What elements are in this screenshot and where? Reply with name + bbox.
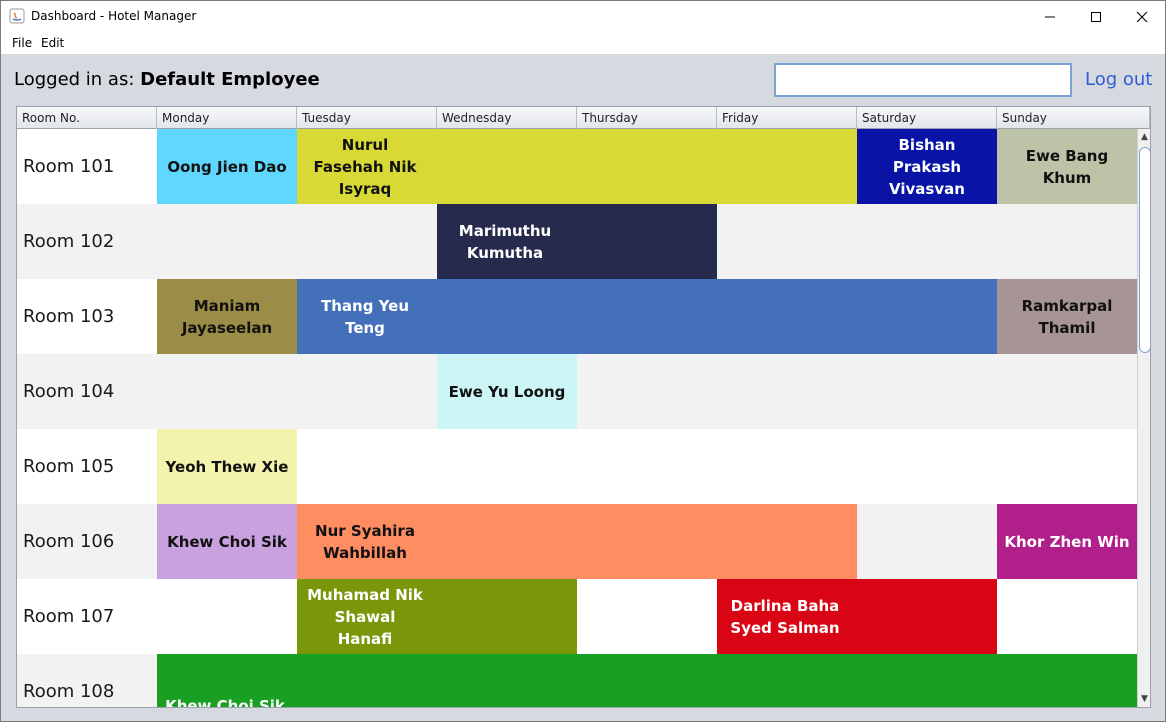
- table-row[interactable]: Room 105 Yeoh Thew Xie: [17, 429, 1137, 504]
- column-header-room-no[interactable]: Room No.: [17, 107, 157, 129]
- scroll-thumb[interactable]: [1139, 147, 1150, 353]
- booking-cell[interactable]: Oong Jien Dao: [157, 129, 297, 204]
- booking-cell[interactable]: Bishan Prakash Vivasvan: [857, 129, 997, 204]
- booking-cell[interactable]: Ramkarpal Thamil: [997, 279, 1137, 354]
- column-header-saturday[interactable]: Saturday: [857, 107, 997, 129]
- room-number-cell: Room 101: [23, 156, 115, 177]
- guest-name: Oong Jien Dao: [167, 157, 287, 176]
- room-number-cell: Room 108: [23, 681, 115, 702]
- table-row[interactable]: Room 101 Oong Jien Dao Nurul Fasehah Nik I…: [17, 129, 1137, 204]
- booking-cell[interactable]: Marimuthu Kumutha: [437, 204, 717, 279]
- search-input[interactable]: [774, 63, 1072, 97]
- menu-edit[interactable]: Edit: [41, 36, 64, 50]
- booking-cell[interactable]: Yeoh Thew Xie: [157, 429, 297, 504]
- table-row[interactable]: Room 102 Marimuthu Kumutha: [17, 204, 1137, 279]
- room-number-cell: Room 105: [23, 456, 115, 477]
- column-header-thursday[interactable]: Thursday: [577, 107, 717, 129]
- room-number-cell: Room 106: [23, 531, 115, 552]
- table-header: Room No. Monday Tuesday Wednesday Thursday Fr…: [17, 107, 1150, 129]
- menu-file[interactable]: File: [12, 36, 32, 50]
- scroll-up-arrow-icon[interactable]: ▲: [1138, 129, 1150, 145]
- guest-name: Khor Zhen Win: [1004, 532, 1130, 551]
- booking-cell[interactable]: Ewe Yu Loong: [437, 354, 577, 429]
- close-icon: [1136, 11, 1148, 22]
- guest-name: Thang Yeu Teng: [320, 296, 409, 337]
- window-title: Dashboard - Hotel Manager: [31, 9, 197, 23]
- booking-cell[interactable]: Maniam Jayaseelan: [157, 279, 297, 354]
- booking-cell[interactable]: Nurul Fasehah Nik Isyraq: [297, 129, 857, 204]
- minimize-icon: [1045, 16, 1055, 17]
- logged-in-label: Logged in as: Default Employee: [14, 69, 320, 90]
- booking-cell[interactable]: Khew Choi Sik: [157, 504, 297, 579]
- table-row[interactable]: Room 104 Ewe Yu Loong: [17, 354, 1137, 429]
- booking-cell[interactable]: Thang Yeu Teng: [297, 279, 997, 354]
- vertical-scrollbar[interactable]: ▲ ▼: [1137, 129, 1150, 707]
- menu-bar: File Edit: [1, 32, 1165, 54]
- guest-name: Ramkarpal Thamil: [1021, 296, 1113, 337]
- booking-cell[interactable]: Khor Zhen Win: [997, 504, 1137, 579]
- maximize-icon: [1091, 11, 1101, 22]
- guest-name: Bishan Prakash Vivasvan: [889, 135, 965, 198]
- booking-table: Room No. Monday Tuesday Wednesday Thursday Fr…: [16, 106, 1151, 708]
- booking-cell[interactable]: Ewe Bang Khum: [997, 129, 1137, 204]
- room-number-cell: Room 102: [23, 231, 115, 252]
- guest-name: Marimuthu Kumutha: [458, 221, 552, 262]
- guest-name: Darlina Baha Syed Salman: [730, 596, 840, 637]
- room-number-cell: Room 107: [23, 606, 115, 627]
- title-bar[interactable]: Dashboard - Hotel Manager: [1, 1, 1165, 32]
- room-number-cell: Room 103: [23, 306, 115, 327]
- guest-name: Maniam Jayaseelan: [181, 296, 273, 337]
- booking-cell[interactable]: Darlina Baha Syed Salman: [717, 579, 997, 654]
- scroll-down-arrow-icon[interactable]: ▼: [1138, 691, 1150, 707]
- column-header-wednesday[interactable]: Wednesday: [437, 107, 577, 129]
- column-header-monday[interactable]: Monday: [157, 107, 297, 129]
- column-header-friday[interactable]: Friday: [717, 107, 857, 129]
- room-number-cell: Room 104: [23, 381, 115, 402]
- booking-cell[interactable]: Nur Syahira Wahbillah: [297, 504, 857, 579]
- minimize-button[interactable]: [1027, 1, 1073, 32]
- guest-name: Nur Syahira Wahbillah: [315, 521, 415, 562]
- guest-name: Yeoh Thew Xie: [165, 457, 289, 476]
- column-header-sunday[interactable]: Sunday: [997, 107, 1150, 129]
- employee-name: Default Employee: [140, 69, 320, 90]
- guest-name: Khew Choi Sik: [167, 532, 287, 551]
- guest-name: Ewe Bang Khum: [1025, 146, 1109, 187]
- guest-name: Nurul Fasehah Nik Isyraq: [313, 135, 417, 198]
- table-row[interactable]: Room 108 Khew Choi Sik: [17, 654, 1137, 707]
- app-window: Dashboard - Hotel Manager File Edit Logg…: [0, 0, 1166, 722]
- column-header-tuesday[interactable]: Tuesday: [297, 107, 437, 129]
- guest-name: Muhamad Nik Shawal Hanafi: [307, 585, 423, 648]
- java-app-icon: [9, 8, 25, 24]
- booking-cell[interactable]: Muhamad Nik Shawal Hanafi: [297, 579, 577, 654]
- table-row[interactable]: Room 106 Khew Choi Sik Nur Syahira Wahbill…: [17, 504, 1137, 579]
- table-row[interactable]: Room 103 Maniam Jayaseelan Thang Yeu Teng R…: [17, 279, 1137, 354]
- close-button[interactable]: [1119, 1, 1165, 32]
- guest-name: Khew Choi Sik: [165, 697, 285, 707]
- table-row[interactable]: Room 107 Muhamad Nik Shawal Hanafi Darlina…: [17, 579, 1137, 654]
- booking-cell[interactable]: Khew Choi Sik: [157, 654, 1137, 707]
- logout-link[interactable]: Log out: [1085, 69, 1152, 90]
- guest-name: Ewe Yu Loong: [448, 382, 566, 401]
- maximize-button[interactable]: [1073, 1, 1119, 32]
- logged-in-prefix: Logged in as:: [14, 69, 141, 90]
- table-body[interactable]: Room 101 Oong Jien Dao Nurul Fasehah Nik I…: [17, 129, 1137, 707]
